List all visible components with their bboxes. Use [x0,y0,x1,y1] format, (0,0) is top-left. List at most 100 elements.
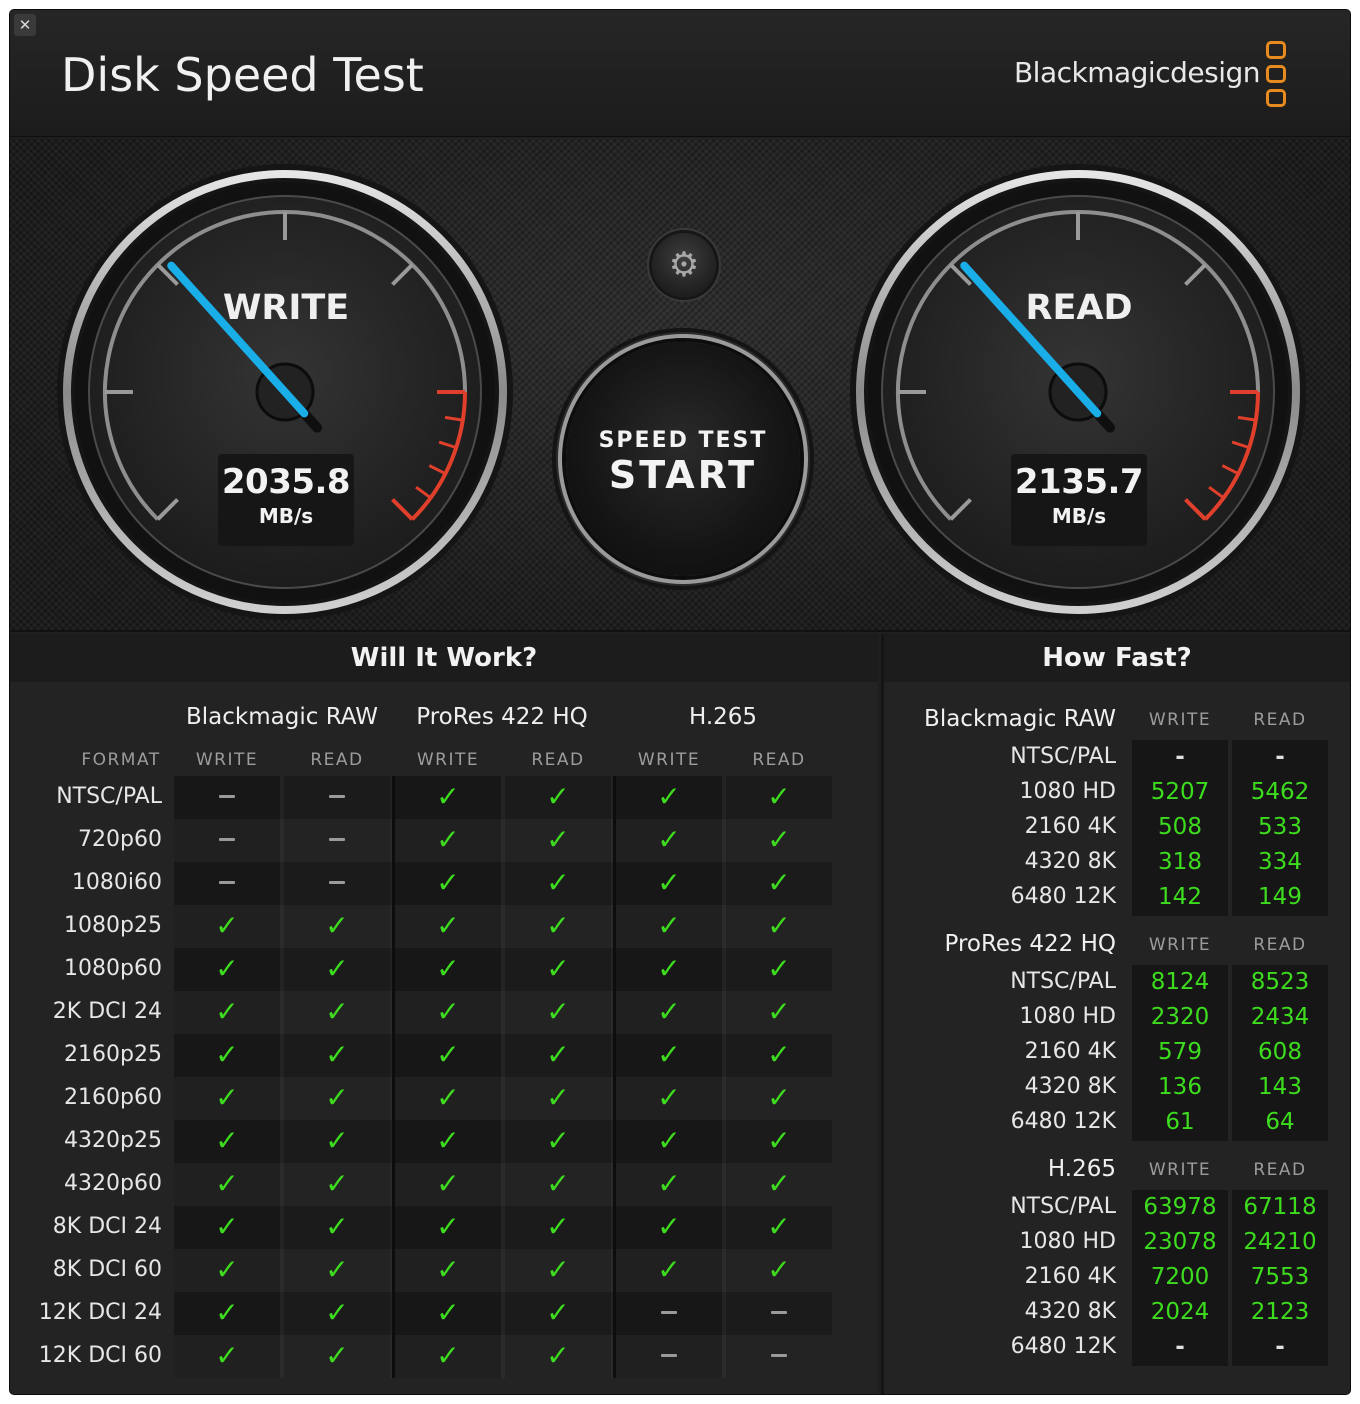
how-fast-write-value: - [1175,1334,1185,1360]
support-check: ✓ [616,905,722,946]
check-icon: ✓ [546,1339,570,1372]
check-icon: ✓ [546,1038,570,1071]
check-icon: ✓ [215,1339,239,1372]
format-label: 4320p60 [64,1171,162,1196]
how-fast-row-label: 1080 HD [1019,1004,1116,1029]
title-bar: Disk Speed Test Blackmagicdesign [10,10,1350,137]
how-fast-write-value: - [1175,744,1185,770]
subcolumn-header: WRITE [195,750,259,770]
how-fast-row-label: 2160 4K [1024,1039,1116,1064]
check-icon: ✓ [436,1210,460,1243]
check-icon: ✓ [436,1253,460,1286]
support-none [284,819,390,860]
support-check: ✓ [395,819,501,860]
support-check: ✓ [284,1034,390,1075]
how-fast-write-value: 2024 [1150,1299,1210,1325]
how-fast-section-title: ProRes 422 HQ [944,931,1117,957]
format-column-header: FORMAT [81,750,161,770]
support-none [284,862,390,903]
how-fast-write-header: WRITE [1148,710,1212,730]
support-none [616,1335,722,1376]
check-icon: ✓ [767,780,791,813]
settings-button[interactable]: ⚙ [652,233,716,297]
support-check: ✓ [505,1120,611,1161]
support-none [174,819,280,860]
support-check: ✓ [395,1335,501,1376]
check-icon: ✓ [767,1081,791,1114]
support-check: ✓ [284,1077,390,1118]
read-gauge-label: READ [1025,288,1133,328]
check-icon: ✓ [546,952,570,985]
check-icon: ✓ [436,995,460,1028]
subcolumn-header: WRITE [637,750,701,770]
how-fast-write-value: 5207 [1150,779,1210,805]
check-icon: ✓ [215,1038,239,1071]
how-fast-row-label: 4320 8K [1024,849,1116,874]
check-icon: ✓ [325,909,349,942]
support-check: ✓ [616,948,722,989]
write-speed-unit: MB/s [258,504,314,528]
check-icon: ✓ [215,995,239,1028]
format-label: 1080p25 [64,913,162,938]
check-icon: ✓ [325,1081,349,1114]
support-check: ✓ [505,905,611,946]
check-icon: ✓ [546,1081,570,1114]
support-check: ✓ [395,991,501,1032]
how-fast-section-title: Blackmagic RAW [924,706,1116,732]
check-icon: ✓ [215,1081,239,1114]
check-icon: ✓ [546,1253,570,1286]
how-fast-read-value: 2123 [1250,1299,1310,1325]
support-check: ✓ [726,776,832,817]
check-icon: ✓ [767,866,791,899]
support-check: ✓ [284,991,390,1032]
support-check: ✓ [174,905,280,946]
support-check: ✓ [726,1249,832,1290]
how-fast-read-value: 2434 [1250,1004,1310,1030]
format-label: 12K DCI 24 [38,1300,162,1325]
support-check: ✓ [616,1249,722,1290]
check-icon: ✓ [657,1124,681,1157]
dash-icon [661,1354,677,1357]
support-check: ✓ [174,1206,280,1247]
check-icon: ✓ [767,909,791,942]
support-check: ✓ [616,862,722,903]
how-fast-row-label: NTSC/PAL [1010,969,1116,994]
check-icon: ✓ [657,909,681,942]
check-icon: ✓ [657,1210,681,1243]
check-icon: ✓ [436,866,460,899]
check-icon: ✓ [215,952,239,985]
check-icon: ✓ [767,1210,791,1243]
check-icon: ✓ [546,1296,570,1329]
check-icon: ✓ [325,1038,349,1071]
support-check: ✓ [174,991,280,1032]
how-fast-write-value: 63978 [1143,1194,1217,1220]
dash-icon [771,1354,787,1357]
how-fast-read-value: 64 [1265,1109,1295,1135]
support-check: ✓ [174,1077,280,1118]
how-fast-read-value: 608 [1258,1039,1302,1065]
check-icon: ✓ [767,1124,791,1157]
brand-wordmark: Blackmagicdesign [1013,56,1261,89]
format-label: 2K DCI 24 [52,999,162,1024]
subcolumn-header: READ [531,750,585,770]
support-check: ✓ [505,991,611,1032]
how-fast-write-value: 7200 [1150,1264,1210,1290]
check-icon: ✓ [546,866,570,899]
dash-icon [219,795,235,798]
how-fast-write-header: WRITE [1148,1160,1212,1180]
support-check: ✓ [395,1249,501,1290]
format-label: 720p60 [78,827,162,852]
close-button[interactable]: ✕ [14,14,36,36]
how-fast-read-value: 5462 [1250,779,1310,805]
how-fast-read-value: - [1275,1334,1285,1360]
how-fast-read-value: 533 [1258,814,1302,840]
how-fast-read-header: READ [1253,1160,1307,1180]
dash-icon [771,1311,787,1314]
support-check: ✓ [726,1163,832,1204]
speed-test-start-button[interactable]: SPEED TEST START [566,342,800,576]
how-fast-row-label: NTSC/PAL [1010,1194,1116,1219]
check-icon: ✓ [767,1253,791,1286]
subcolumn-header: READ [752,750,806,770]
support-check: ✓ [284,1206,390,1247]
how-fast-title: How Fast? [884,634,1350,682]
